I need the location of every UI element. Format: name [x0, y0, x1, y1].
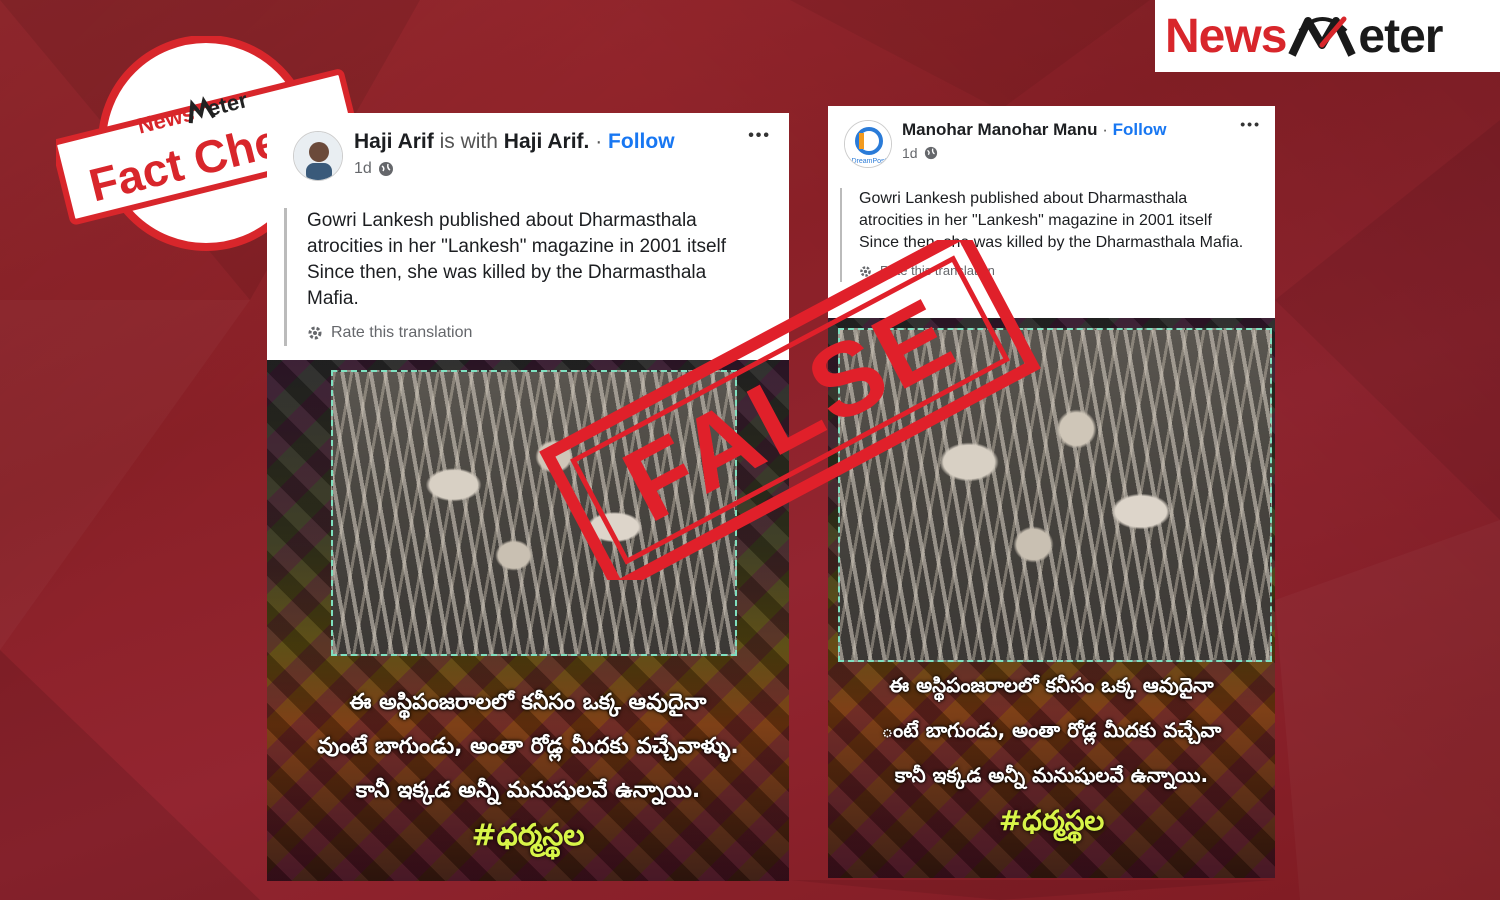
- newsmeter-logo: News eter: [1155, 0, 1500, 72]
- telugu-line-3: కానీ ఇక్కడ అన్నీ మనుషులవే ఉన్నాయి.: [894, 763, 1209, 787]
- more-options-icon[interactable]: •••: [748, 127, 771, 145]
- author-name[interactable]: Manohar Manohar Manu: [902, 120, 1098, 139]
- post-image[interactable]: ఈ అస్థిపంజరాలలో కనీసం ఒక్క ఆవుదైనా ంటే బ…: [828, 318, 1275, 878]
- caption-text: Gowri Lankesh published about Dharmastha…: [307, 210, 727, 309]
- telugu-line-3: కానీ ఇక్కడ అన్నీ మనుషులవే ఉన్నాయి.: [355, 778, 701, 803]
- avatar[interactable]: [293, 131, 343, 181]
- rate-translation[interactable]: Rate this translation: [859, 260, 1250, 282]
- separator: ·: [595, 130, 603, 153]
- separator: ·: [1102, 120, 1108, 139]
- post-meta: 1d: [902, 145, 938, 161]
- more-options-icon[interactable]: •••: [1240, 116, 1261, 132]
- post-image[interactable]: ఈ అస్థిపంజరాలలో కనీసం ఒక్క ఆవుదైనా వుంటే…: [267, 360, 789, 881]
- globe-icon: [378, 162, 393, 176]
- author-name[interactable]: Haji Arif: [354, 130, 434, 153]
- profile-photo-icon: [294, 132, 342, 180]
- telugu-line-2: ంటే బాగుండు, అంతా రోడ్ల మీదకు వచ్చేవా: [881, 718, 1222, 742]
- facebook-post-haji-arif: Haji Arif is with Haji Arif. · Follow 1d…: [267, 113, 789, 881]
- skeletons-photo: [838, 328, 1272, 662]
- facebook-post-manohar: DreamPost Manohar Manohar Manu · Follow …: [828, 106, 1275, 878]
- logo-news-text: News: [1165, 9, 1287, 63]
- avatar-text: DreamPost: [851, 158, 886, 165]
- dreampost-logo-icon: DreamPost: [845, 121, 891, 167]
- logo-meter-text: eter: [1286, 9, 1443, 64]
- post-caption: Gowri Lankesh published about Dharmastha…: [840, 188, 1250, 282]
- logo-eter-text: eter: [1358, 9, 1443, 63]
- follow-button[interactable]: Follow: [1113, 120, 1167, 139]
- follow-button[interactable]: Follow: [608, 130, 675, 153]
- telugu-line-2: వుంటే బాగుండు, అంతా రోడ్ల మీదకు వచ్చేవాళ…: [317, 734, 739, 759]
- hashtag[interactable]: #ధర్మస్థల: [828, 804, 1275, 844]
- post-caption: Gowri Lankesh published about Dharmastha…: [284, 208, 754, 346]
- post-header-line: Haji Arif is with Haji Arif. · Follow: [354, 130, 675, 154]
- avatar[interactable]: DreamPost: [844, 120, 892, 168]
- post-time[interactable]: 1d: [902, 145, 918, 161]
- post-meta: 1d: [354, 160, 394, 178]
- rate-translation[interactable]: Rate this translation: [307, 320, 754, 346]
- tagged-name[interactable]: Haji Arif.: [504, 130, 590, 153]
- caption-text: Gowri Lankesh published about Dharmastha…: [859, 190, 1244, 251]
- rate-translation-label: Rate this translation: [880, 263, 995, 278]
- post-time[interactable]: 1d: [354, 160, 372, 178]
- gear-icon: [308, 326, 322, 340]
- hashtag[interactable]: #ధర్మస్థల: [267, 818, 789, 860]
- post-header-line: Manohar Manohar Manu · Follow: [902, 120, 1166, 140]
- telugu-line-1: ఈ అస్థిపంజరాలలో కనీసం ఒక్క ఆవుదైనా: [889, 673, 1214, 697]
- globe-icon: [924, 146, 937, 160]
- meter-m-icon: [1288, 16, 1357, 57]
- gear-icon: [860, 265, 871, 277]
- telugu-line-1: ఈ అస్థిపంజరాలలో కనీసం ఒక్క ఆవుదైనా: [349, 690, 707, 715]
- skeletons-photo: [331, 370, 737, 656]
- rate-translation-label: Rate this translation: [331, 324, 473, 341]
- with-text: is with: [439, 130, 498, 153]
